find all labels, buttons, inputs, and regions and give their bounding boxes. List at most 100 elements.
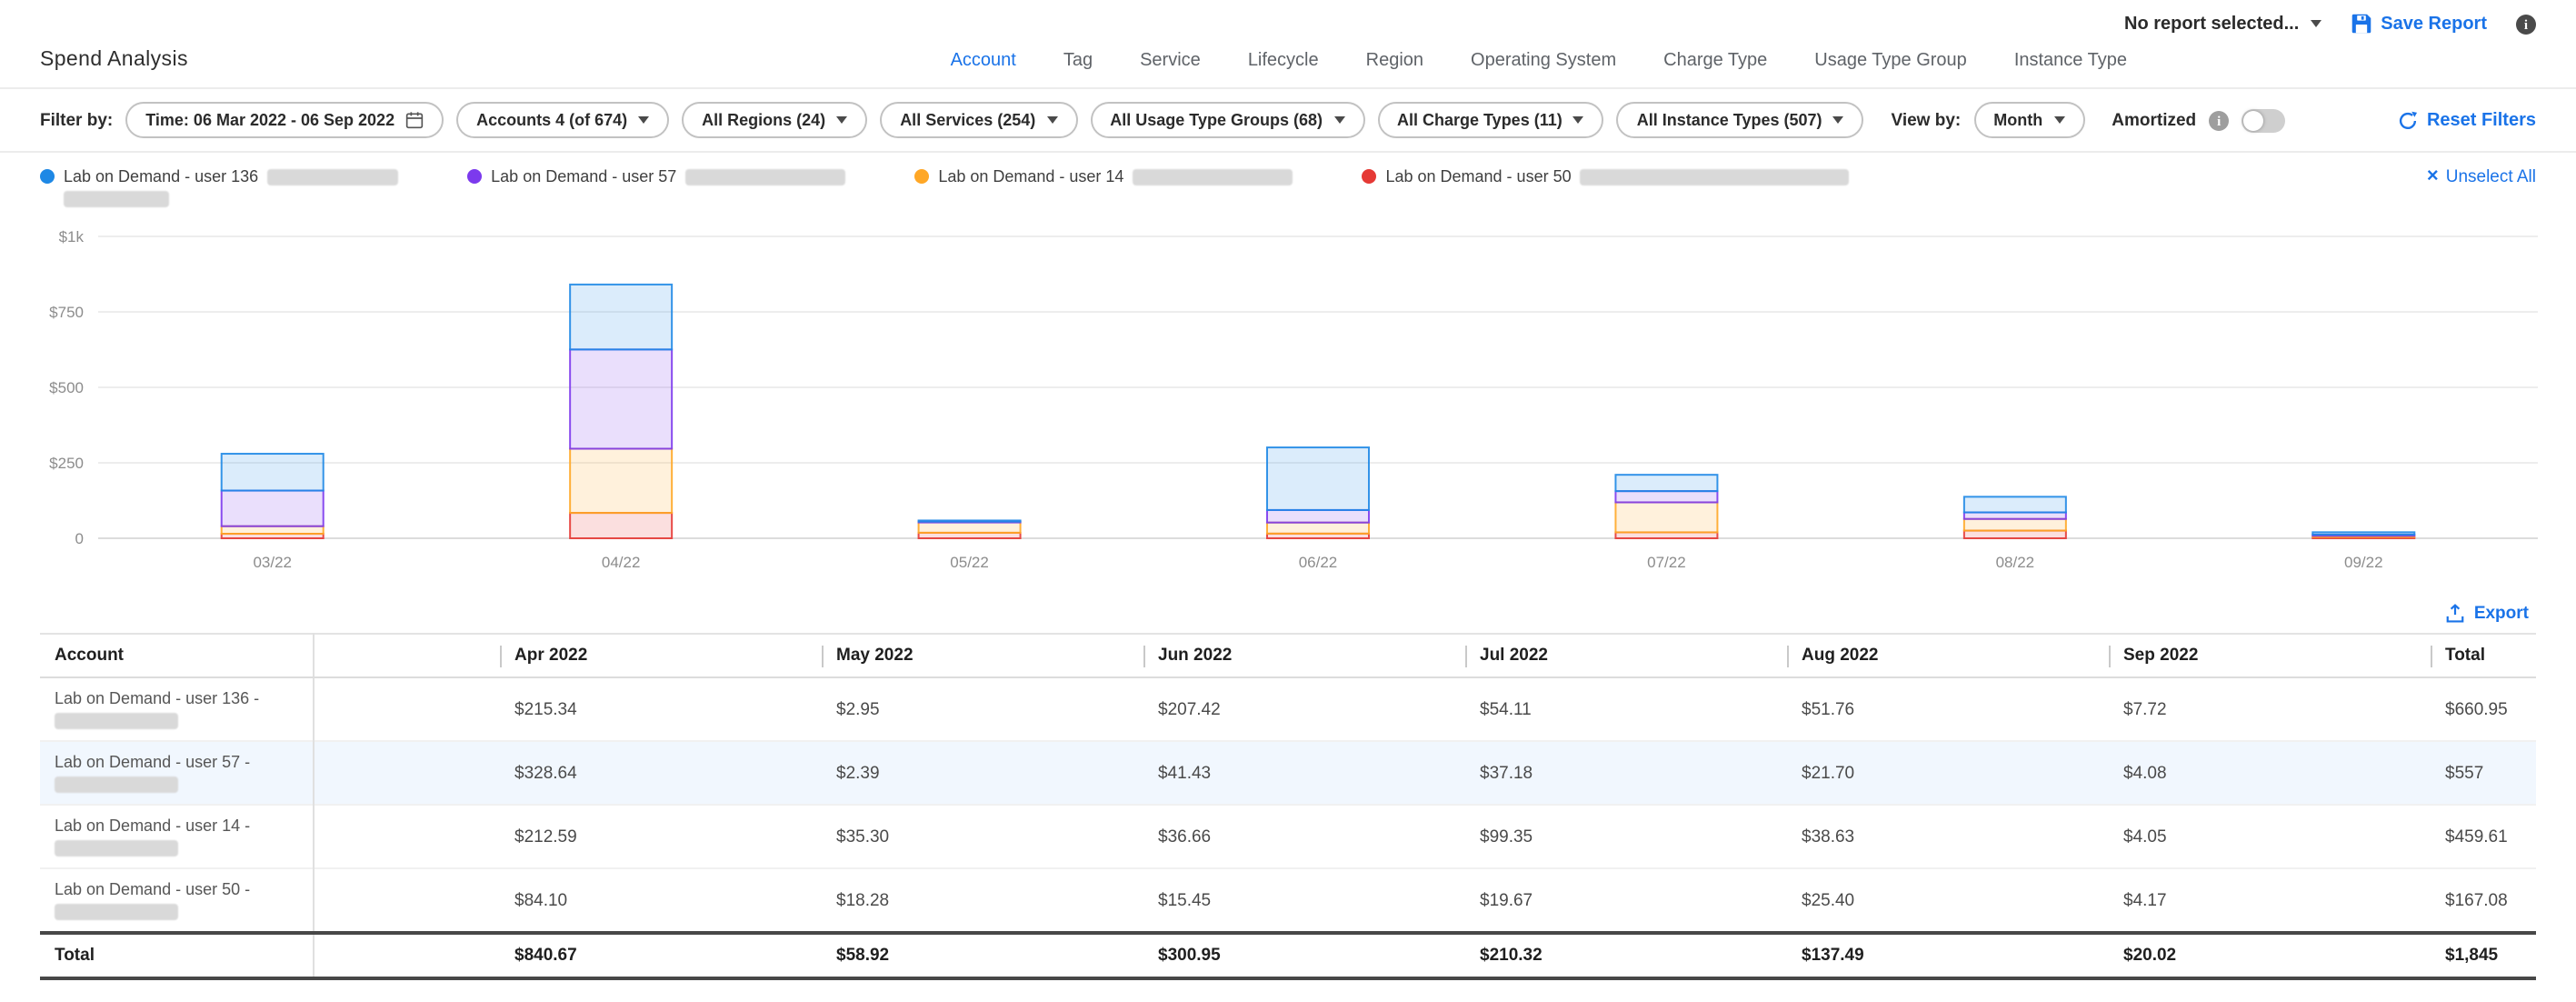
bar-segment-lab-on-demand-user-57[interactable] — [1267, 510, 1369, 523]
value-cell: $54.11 — [1465, 677, 1787, 741]
amortized-label: Amortized — [2112, 110, 2196, 130]
bar-segment-lab-on-demand-user-57[interactable] — [570, 349, 672, 448]
x-tick-label: 07/22 — [1647, 554, 1686, 571]
view-by-dropdown[interactable]: Month — [1973, 102, 2084, 138]
bar-segment-lab-on-demand-user-136[interactable] — [1267, 447, 1369, 510]
tab-account[interactable]: Account — [951, 50, 1016, 70]
legend-row: Lab on Demand - user 136 Lab on Demand - … — [0, 153, 2576, 211]
table-row-lab-on-demand-user-50[interactable]: Lab on Demand - user 50 -$84.10$18.28$15… — [40, 868, 2536, 933]
column-header-account: Account — [40, 634, 313, 677]
filter-pill-accounts-4-of-674[interactable]: Accounts 4 (of 674) — [456, 102, 669, 138]
unselect-all-button[interactable]: × Unselect All — [2427, 167, 2536, 187]
bar-segment-lab-on-demand-user-57[interactable] — [1964, 513, 2066, 519]
view-by-value: Month — [1993, 111, 2042, 129]
filter-pill-all-usage-type-groups-68[interactable]: All Usage Type Groups (68) — [1090, 102, 1364, 138]
info-icon[interactable]: i — [2516, 14, 2536, 34]
filter-pill-time-06-mar-2022-06-sep-2022[interactable]: Time: 06 Mar 2022 - 06 Sep 2022 — [125, 102, 444, 138]
spacer-cell — [313, 805, 500, 868]
legend-label: Lab on Demand - user 57 — [491, 167, 676, 185]
value-cell: $37.18 — [1465, 741, 1787, 805]
x-tick-label: 03/22 — [253, 554, 292, 571]
legend-item-lab-on-demand-user-57[interactable]: Lab on Demand - user 57 — [467, 167, 845, 185]
amortized-toggle[interactable] — [2242, 108, 2285, 132]
bar-segment-lab-on-demand-user-136[interactable] — [570, 285, 672, 349]
value-cell: $84.10 — [500, 868, 822, 933]
bar-segment-lab-on-demand-user-14[interactable] — [1615, 502, 1717, 532]
tab-charge-type[interactable]: Charge Type — [1663, 50, 1767, 70]
total-value-cell: $840.67 — [500, 933, 822, 978]
legend-line: Lab on Demand - user 14 — [914, 167, 1293, 185]
value-cell: $15.45 — [1143, 868, 1465, 933]
stacked-bar-chart: 0$250$500$750$1k03/2204/2205/2206/2207/2… — [29, 215, 2547, 587]
bar-segment-lab-on-demand-user-136[interactable] — [222, 454, 324, 491]
bar-segment-lab-on-demand-user-14[interactable] — [1964, 519, 2066, 531]
value-cell: $38.63 — [1787, 805, 2109, 868]
chevron-down-icon — [1333, 116, 1344, 124]
legend-item-lab-on-demand-user-14[interactable]: Lab on Demand - user 14 — [914, 167, 1293, 185]
bar-segment-lab-on-demand-user-50[interactable] — [570, 513, 672, 538]
value-cell: $4.08 — [2109, 741, 2431, 805]
bar-segment-lab-on-demand-user-14[interactable] — [919, 522, 1021, 533]
tab-tag[interactable]: Tag — [1063, 50, 1093, 70]
save-icon — [2350, 13, 2371, 35]
export-button[interactable]: Export — [2445, 604, 2529, 624]
redacted-text — [267, 168, 398, 185]
bar-segment-lab-on-demand-user-57[interactable] — [222, 491, 324, 526]
bar-segment-lab-on-demand-user-14[interactable] — [1267, 523, 1369, 534]
tab-instance-type[interactable]: Instance Type — [2014, 50, 2127, 70]
legend-dot-icon — [914, 169, 929, 184]
spacer-cell — [313, 933, 500, 978]
reset-filters-button[interactable]: Reset Filters — [2398, 110, 2536, 130]
bar-segment-lab-on-demand-user-136[interactable] — [2312, 532, 2414, 535]
tab-operating-system[interactable]: Operating System — [1471, 50, 1616, 70]
bar-segment-lab-on-demand-user-136[interactable] — [919, 520, 1021, 521]
chevron-down-icon — [1046, 116, 1057, 124]
bar-segment-lab-on-demand-user-136[interactable] — [1615, 475, 1717, 491]
tab-usage-type-group[interactable]: Usage Type Group — [1814, 50, 1967, 70]
export-icon — [2445, 604, 2465, 624]
bar-segment-lab-on-demand-user-14[interactable] — [570, 448, 672, 513]
info-icon[interactable]: i — [2209, 110, 2229, 130]
bar-segment-lab-on-demand-user-136[interactable] — [1964, 496, 2066, 512]
column-header-aug-2022: Aug 2022 — [1787, 634, 2109, 677]
export-row: Export — [0, 596, 2576, 633]
account-name: Lab on Demand - user 50 - — [55, 880, 297, 898]
value-cell: $207.42 — [1143, 677, 1465, 741]
report-selector-label: No report selected... — [2124, 14, 2299, 34]
filter-pill-all-services-254[interactable]: All Services (254) — [880, 102, 1077, 138]
bar-segment-lab-on-demand-user-57[interactable] — [1615, 491, 1717, 502]
chevron-down-icon — [2310, 20, 2321, 27]
bar-segment-lab-on-demand-user-14[interactable] — [222, 526, 324, 534]
value-cell: $2.39 — [822, 741, 1143, 805]
table-row-lab-on-demand-user-136[interactable]: Lab on Demand - user 136 -$215.34$2.95$2… — [40, 677, 2536, 741]
legend-item-lab-on-demand-user-50[interactable]: Lab on Demand - user 50 — [1362, 167, 1849, 185]
legend-line: Lab on Demand - user 50 — [1362, 167, 1849, 185]
chart-legend: Lab on Demand - user 136 Lab on Demand - … — [40, 167, 1850, 207]
legend-item-lab-on-demand-user-136[interactable]: Lab on Demand - user 136 — [40, 167, 398, 207]
table-row-lab-on-demand-user-14[interactable]: Lab on Demand - user 14 -$212.59$35.30$3… — [40, 805, 2536, 868]
report-selector-dropdown[interactable]: No report selected... — [2124, 14, 2321, 34]
total-value-cell: $20.02 — [2109, 933, 2431, 978]
tab-bar: Account Tag Service Lifecycle Region Operatin… — [951, 50, 2127, 70]
tab-region[interactable]: Region — [1366, 50, 1423, 70]
bar-segment-lab-on-demand-user-50[interactable] — [1964, 531, 2066, 538]
table-row-lab-on-demand-user-57[interactable]: Lab on Demand - user 57 -$328.64$2.39$41… — [40, 741, 2536, 805]
x-tick-label: 09/22 — [2344, 554, 2383, 571]
refresh-icon — [2398, 110, 2418, 130]
spend-chart[interactable]: 0$250$500$750$1k03/2204/2205/2206/2207/2… — [0, 211, 2576, 596]
account-name: Lab on Demand - user 14 - — [55, 817, 297, 835]
filter-pill-label: All Instance Types (507) — [1637, 111, 1822, 129]
filter-pill-all-charge-types-11[interactable]: All Charge Types (11) — [1377, 102, 1604, 138]
view-by-label: View by: — [1892, 110, 1962, 130]
save-report-button[interactable]: Save Report — [2350, 13, 2487, 35]
total-value-cell: $58.92 — [822, 933, 1143, 978]
filter-pill-label: Accounts 4 (of 674) — [476, 111, 627, 129]
tab-service[interactable]: Service — [1140, 50, 1201, 70]
filter-pill-all-regions-24[interactable]: All Regions (24) — [682, 102, 867, 138]
legend-dot-icon — [40, 169, 55, 184]
filter-pill-all-instance-types-507[interactable]: All Instance Types (507) — [1617, 102, 1864, 138]
value-cell: $4.05 — [2109, 805, 2431, 868]
total-value-cell: $300.95 — [1143, 933, 1465, 978]
redacted-text — [55, 840, 178, 857]
tab-lifecycle[interactable]: Lifecycle — [1248, 50, 1319, 70]
